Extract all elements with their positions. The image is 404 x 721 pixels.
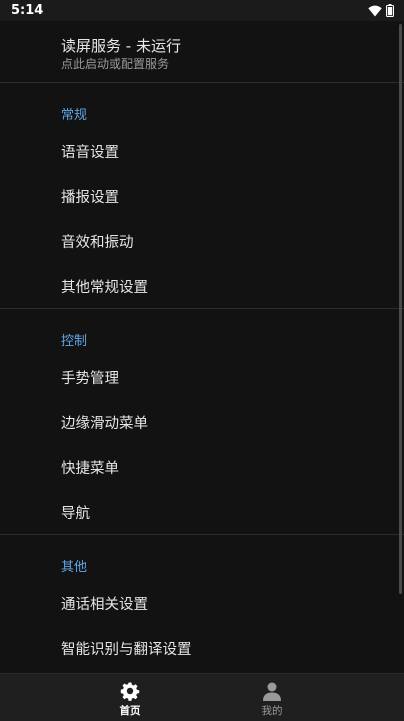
list-item-navigation[interactable]: 导航 — [0, 489, 404, 534]
list-item-voice-settings[interactable]: 语音设置 — [0, 128, 404, 173]
section-header-label: 其他 — [61, 560, 88, 575]
status-bar: 5:14 — [0, 0, 404, 21]
service-title: 读屏服务 - 未运行 — [61, 37, 181, 55]
service-subtitle: 点此启动或配置服务 — [61, 57, 170, 71]
list-item-label: 音效和振动 — [61, 235, 134, 251]
list-item-recognition-translation[interactable]: 智能识别与翻译设置 — [0, 625, 404, 670]
list-item-call-settings[interactable]: 通话相关设置 — [0, 580, 404, 625]
section-general: 常规 语音设置 播报设置 音效和振动 其他常规设置 — [0, 83, 404, 309]
section-header-label: 控制 — [61, 334, 88, 349]
list-item-label: 快捷菜单 — [61, 461, 119, 477]
scrollbar[interactable] — [399, 24, 402, 594]
list-item-gesture-management[interactable]: 手势管理 — [0, 354, 404, 399]
section-control: 控制 手势管理 边缘滑动菜单 快捷菜单 导航 — [0, 309, 404, 535]
list-item-label: 手势管理 — [61, 371, 119, 387]
list-item-label: 其他常规设置 — [61, 280, 148, 296]
section-header: 常规 — [0, 83, 404, 128]
list-item-edge-swipe-menu[interactable]: 边缘滑动菜单 — [0, 399, 404, 444]
list-item-label: 语音设置 — [61, 145, 119, 161]
list-item-label: 导航 — [61, 506, 90, 522]
settings-list: 读屏服务 - 未运行 点此启动或配置服务 常规 语音设置 播报设置 音效和振动 … — [0, 21, 404, 673]
tab-home-label: 首页 — [119, 705, 141, 717]
list-item-label: 边缘滑动菜单 — [61, 416, 148, 432]
list-item-label: 智能识别与翻译设置 — [61, 642, 192, 658]
tab-me-label: 我的 — [261, 705, 283, 717]
list-item-label: 播报设置 — [61, 190, 119, 206]
list-item-sound-vibration[interactable]: 音效和振动 — [0, 218, 404, 263]
screen-reader-service-row[interactable]: 读屏服务 - 未运行 点此启动或配置服务 — [0, 21, 404, 83]
list-item-quick-menu[interactable]: 快捷菜单 — [0, 444, 404, 489]
list-item-label: 通话相关设置 — [61, 597, 148, 613]
section-header-label: 常规 — [61, 108, 88, 123]
battery-icon — [386, 4, 394, 17]
person-icon — [263, 682, 281, 701]
section-header: 其他 — [0, 535, 404, 580]
bottom-nav: 首页 我的 — [0, 673, 404, 721]
tab-home[interactable]: 首页 — [80, 674, 180, 721]
wifi-icon — [368, 5, 382, 17]
list-item-broadcast-settings[interactable]: 播报设置 — [0, 173, 404, 218]
tab-me[interactable]: 我的 — [222, 674, 322, 721]
section-header: 控制 — [0, 309, 404, 354]
status-time: 5:14 — [11, 3, 44, 18]
gear-icon — [120, 682, 140, 701]
section-other: 其他 通话相关设置 智能识别与翻译设置 — [0, 535, 404, 670]
list-item-other-general[interactable]: 其他常规设置 — [0, 263, 404, 308]
